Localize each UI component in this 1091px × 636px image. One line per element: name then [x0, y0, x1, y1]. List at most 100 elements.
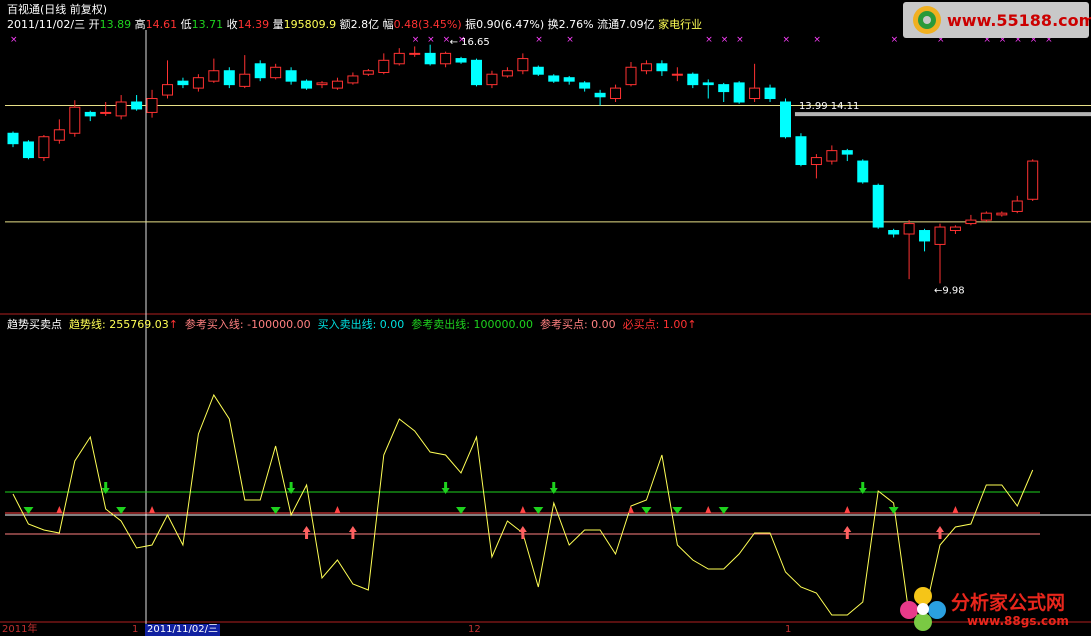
- candle-body: [69, 106, 81, 134]
- trend-line: [12, 393, 1034, 616]
- candle: [131, 95, 143, 111]
- candle: [702, 79, 714, 99]
- candle-body: [347, 75, 359, 84]
- candle: [610, 84, 622, 102]
- candle: [7, 131, 19, 148]
- xaxis-label-month-1: 1: [132, 624, 139, 635]
- candle: [872, 183, 884, 229]
- vol-label: 量: [272, 18, 284, 31]
- candle-body: [671, 73, 683, 76]
- sell-ref-label: 参考卖出线: 100000.00: [411, 318, 533, 331]
- buy-triangle-icon: [519, 506, 526, 513]
- candle: [934, 223, 946, 284]
- candle-body: [656, 63, 668, 72]
- candle-body: [718, 84, 730, 93]
- site-url-top: www.55188.com: [947, 11, 1091, 30]
- candle: [949, 225, 961, 234]
- candle-body: [424, 52, 436, 65]
- candle: [517, 53, 529, 75]
- event-marker: ×: [736, 35, 744, 45]
- candle-body: [316, 82, 328, 86]
- candle-body: [100, 111, 112, 114]
- site-logo-top[interactable]: www.55188.com: [903, 2, 1091, 38]
- candle-body: [857, 160, 869, 183]
- candle: [331, 77, 343, 90]
- event-marker: ×: [783, 35, 791, 45]
- quote-date: 2011/11/02/三: [7, 18, 86, 31]
- candle-body: [949, 226, 961, 232]
- candle: [177, 77, 189, 89]
- candle: [980, 211, 992, 222]
- candle-body: [53, 129, 65, 141]
- candle: [115, 95, 127, 120]
- candle: [903, 220, 915, 280]
- candle-body: [38, 136, 50, 159]
- turn-label: 换: [547, 18, 559, 31]
- event-marker: ×: [535, 35, 543, 45]
- indicator-legend: 趋势买卖点 趋势线: 255769.03↑ 参考买入线: -100000.00 …: [7, 318, 697, 331]
- flower-logo-icon: [900, 587, 946, 631]
- amount-label: 额: [339, 18, 351, 31]
- buy-triangle-icon: [149, 506, 156, 513]
- candle: [718, 82, 730, 102]
- event-marker: ×: [705, 35, 713, 45]
- candle: [378, 53, 390, 75]
- candle: [1027, 159, 1039, 201]
- buy-triangle-icon: [952, 506, 959, 513]
- quote-bar: 2011/11/02/三 开13.89 高14.61 低13.71 收14.39…: [7, 18, 702, 31]
- candle: [733, 81, 745, 104]
- candle: [764, 84, 776, 102]
- candle: [53, 119, 65, 144]
- candle-body: [749, 87, 761, 100]
- open-value: 13.89: [99, 18, 132, 31]
- candle-body: [980, 212, 992, 221]
- candle-body: [486, 73, 498, 86]
- candle: [409, 46, 421, 57]
- candle: [223, 67, 235, 89]
- candle-body: [919, 230, 931, 242]
- candle: [270, 63, 282, 80]
- candle: [687, 72, 699, 89]
- candle-body: [162, 84, 173, 96]
- candle-body: [640, 63, 652, 72]
- turn-value: 2.76%: [558, 18, 594, 31]
- xaxis-label-month-next: 1: [785, 624, 792, 635]
- candle-body: [888, 230, 900, 235]
- candle-body: [1027, 160, 1039, 200]
- float-label: 流通: [597, 18, 620, 31]
- buy-triangle-icon: [56, 506, 63, 513]
- event-marker: ×: [412, 35, 420, 45]
- buy-arrow-icon: [302, 526, 311, 539]
- spiral-logo-icon: [913, 6, 941, 34]
- candle-body: [471, 59, 482, 86]
- buy-triangle-icon: [705, 506, 712, 513]
- change-value: 0.48(3.45%): [393, 18, 462, 31]
- candle: [594, 89, 606, 106]
- must-buy-arrow-icon: ↑: [687, 318, 697, 331]
- candle: [841, 148, 853, 162]
- candle-body: [780, 101, 791, 138]
- candle-body: [7, 132, 19, 145]
- candle-body: [934, 226, 946, 245]
- buy-triangle-icon: [844, 506, 851, 513]
- low-value: 13.71: [191, 18, 224, 31]
- close-value: 14.39: [237, 18, 270, 31]
- candle-body: [764, 87, 776, 100]
- candle-body: [795, 136, 807, 166]
- amp-label: 振: [465, 18, 477, 31]
- candle-body: [440, 52, 452, 65]
- candle: [455, 56, 467, 64]
- candle-body: [826, 150, 838, 162]
- candle: [254, 60, 266, 82]
- close-label: 收: [226, 18, 238, 31]
- site-logo-bottom[interactable]: 分析家公式网 www.88gs.com: [897, 584, 1087, 634]
- level-price-label: 13.99 14.11: [799, 101, 859, 112]
- candle: [563, 75, 575, 85]
- candle: [857, 159, 869, 184]
- candle-body: [501, 70, 513, 77]
- high-price-label: ← 16.65: [450, 37, 490, 48]
- candle: [471, 58, 482, 87]
- candle-body: [270, 66, 282, 79]
- candle-body: [841, 150, 853, 155]
- buy-arrow-icon: [843, 526, 852, 539]
